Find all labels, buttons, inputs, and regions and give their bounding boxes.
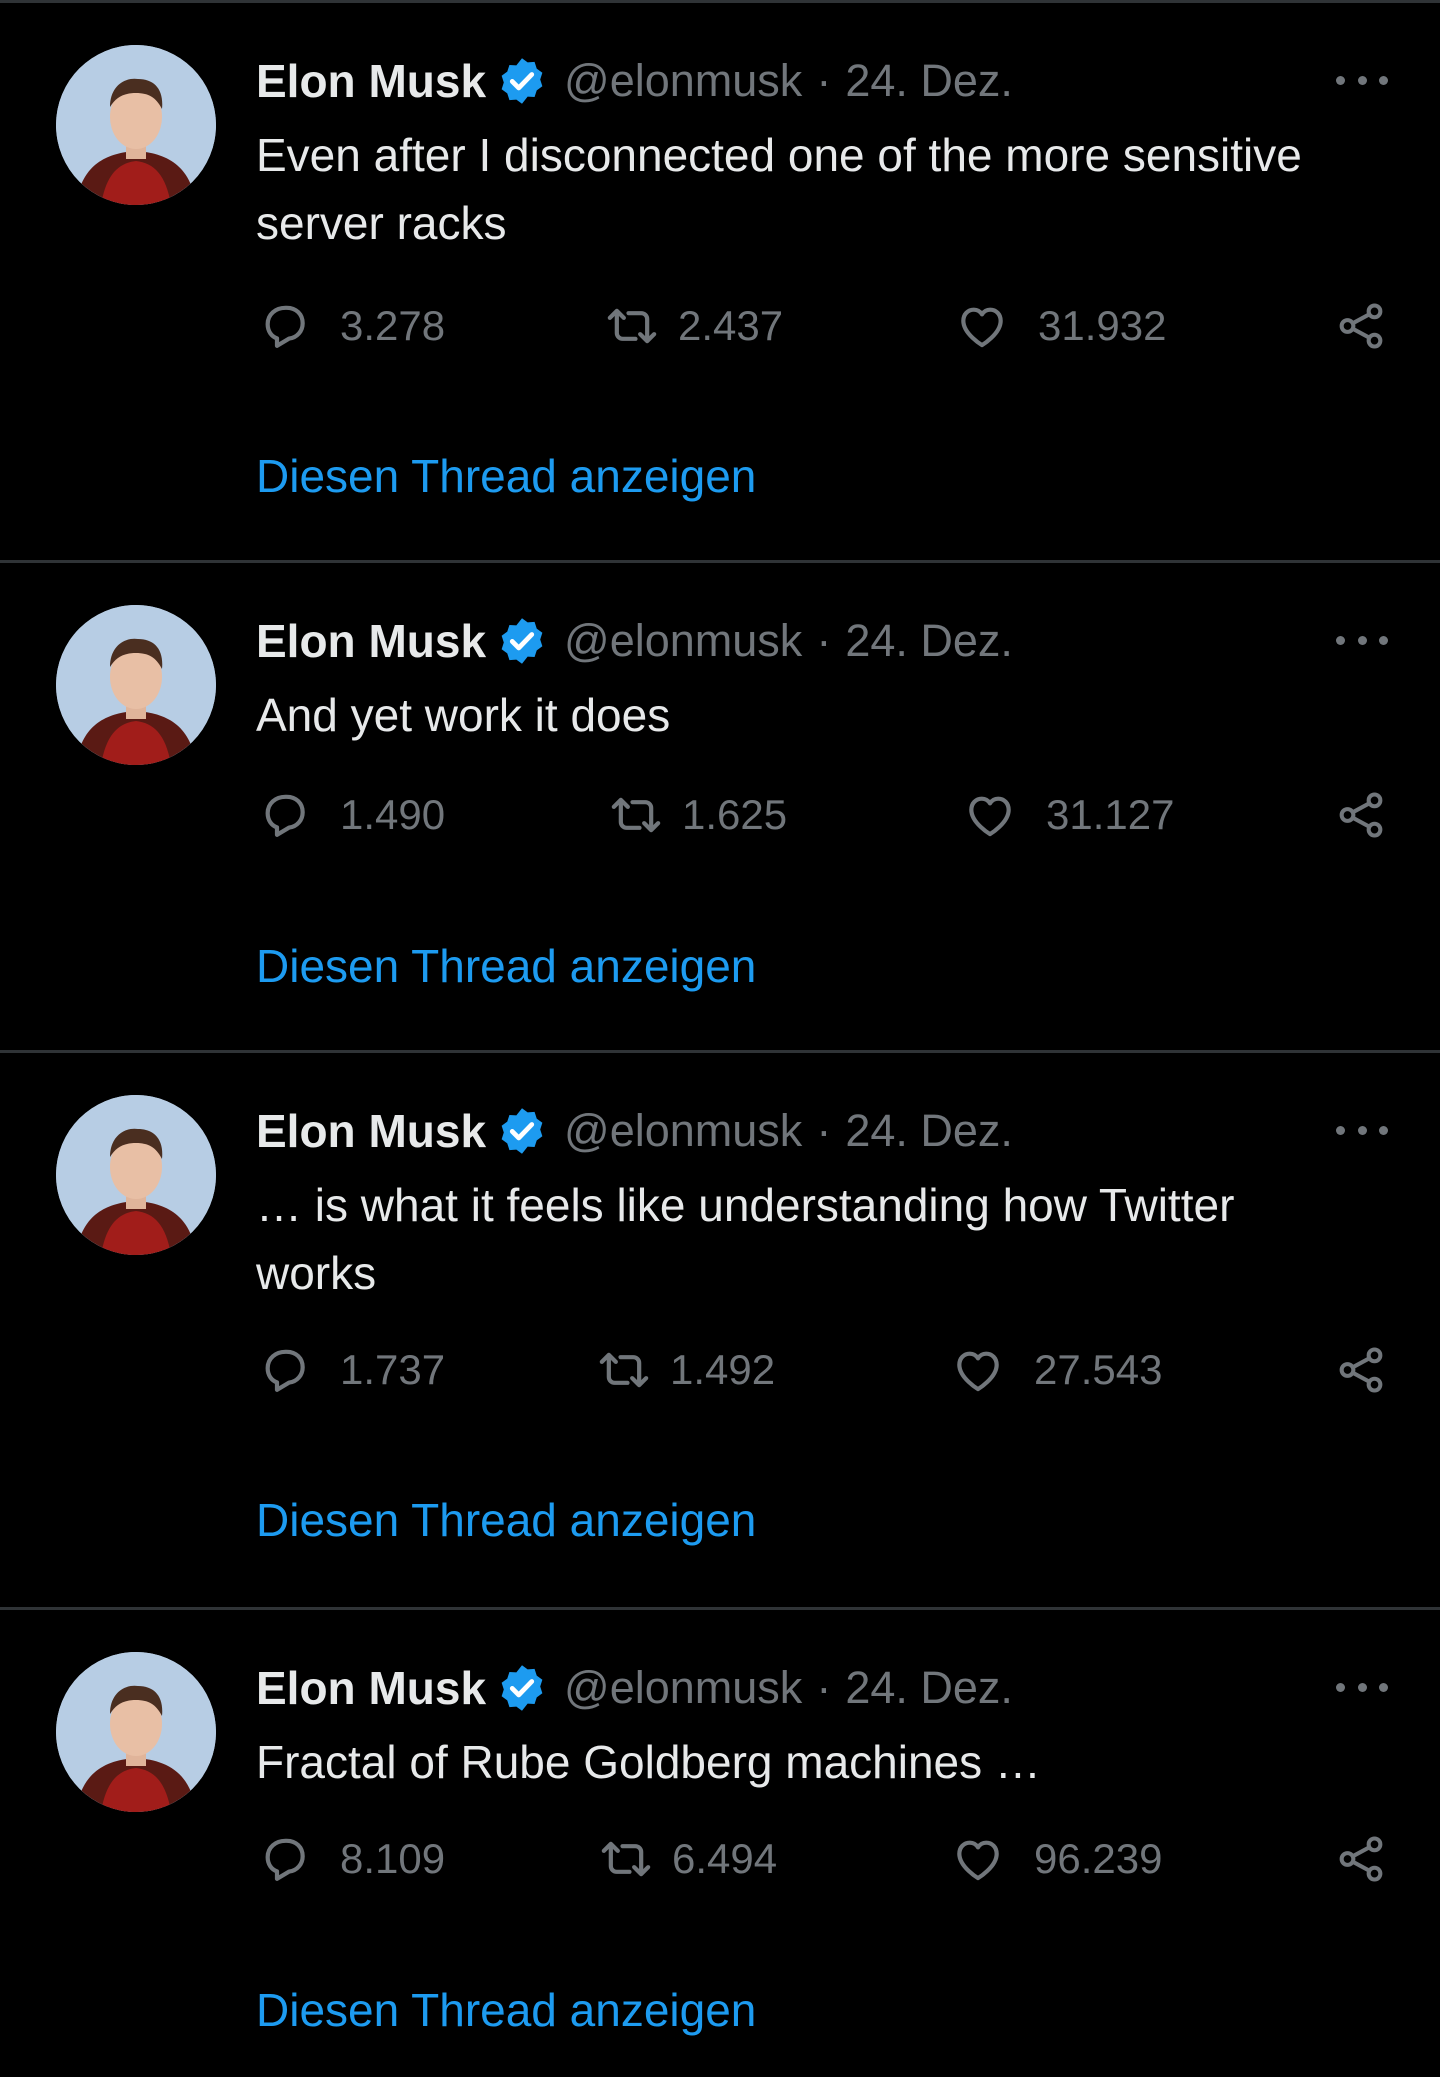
separator-dot: ·	[816, 1662, 832, 1713]
author-name[interactable]: Elon Musk	[256, 54, 486, 108]
heart-icon	[961, 307, 1003, 348]
like-button[interactable]: 27.543	[950, 1340, 1162, 1400]
show-thread-link[interactable]: Diesen Thread anzeigen	[256, 1983, 756, 2037]
tweet-date[interactable]: 24. Dez.	[845, 55, 1013, 107]
show-thread-link[interactable]: Diesen Thread anzeigen	[256, 1493, 756, 1547]
separator-dot: ·	[816, 55, 832, 106]
retweet-button[interactable]: 2.437	[602, 296, 783, 356]
reply-button[interactable]: 1.490	[256, 785, 445, 845]
tweet-text: Fractal of Rube Goldberg machines …	[256, 1736, 1041, 1788]
tweet-text: Even after I disconnected one of the mor…	[256, 129, 1302, 249]
reply-count: 1.490	[340, 791, 446, 838]
tweet-date[interactable]: 24. Dez.	[845, 1662, 1013, 1714]
separator-dot: ·	[816, 615, 832, 666]
retweet-icon	[601, 1841, 651, 1877]
retweet-count: 1.492	[670, 1346, 776, 1393]
reply-icon	[265, 305, 305, 348]
share-button[interactable]	[1334, 1829, 1388, 1889]
like-count: 31.127	[1046, 791, 1175, 838]
retweet-icon	[607, 308, 657, 344]
retweet-button[interactable]: 1.492	[594, 1340, 775, 1400]
avatar[interactable]	[56, 1652, 216, 1812]
separator-dot: ·	[816, 1105, 832, 1156]
like-button[interactable]: 96.239	[950, 1829, 1162, 1889]
tweet-actions: 3.278 2.437 31.932	[256, 296, 1388, 356]
reply-button[interactable]: 1.737	[256, 1340, 445, 1400]
heart-icon	[957, 1840, 999, 1881]
reply-count: 3.278	[340, 302, 446, 349]
avatar[interactable]	[56, 605, 216, 765]
tweet-actions: 1.490 1.625 31.127	[256, 785, 1388, 845]
tweet-card[interactable]: Elon Musk @elonmusk · 24. Dez. Fractal o…	[0, 1610, 1440, 2077]
retweet-icon	[599, 1352, 649, 1388]
like-button[interactable]: 31.127	[962, 785, 1174, 845]
share-button[interactable]	[1334, 296, 1388, 356]
tweet-card[interactable]: Elon Musk @elonmusk · 24. Dez. Even afte…	[0, 3, 1440, 563]
retweet-count: 2.437	[678, 302, 784, 349]
reply-icon	[265, 1349, 305, 1392]
reply-button[interactable]: 8.109	[256, 1829, 445, 1889]
author-handle[interactable]: @elonmusk	[564, 1105, 802, 1157]
like-count: 96.239	[1034, 1835, 1163, 1882]
retweet-count: 6.494	[672, 1835, 778, 1882]
show-thread-link[interactable]: Diesen Thread anzeigen	[256, 449, 756, 503]
tweet-actions: 8.109 6.494 96.239	[256, 1829, 1388, 1889]
reply-icon	[265, 1838, 305, 1881]
retweet-icon	[611, 797, 661, 833]
more-options-icon[interactable]	[1336, 1115, 1388, 1145]
like-count: 27.543	[1034, 1346, 1163, 1393]
reply-count: 8.109	[340, 1835, 446, 1882]
more-options-icon[interactable]	[1336, 1672, 1388, 1702]
tweet-header: Elon Musk @elonmusk · 24. Dez.	[256, 1105, 1013, 1157]
heart-icon	[957, 1351, 999, 1392]
reply-icon	[265, 794, 305, 837]
show-thread-link[interactable]: Diesen Thread anzeigen	[256, 939, 756, 993]
retweet-button[interactable]: 6.494	[596, 1829, 777, 1889]
tweet-header: Elon Musk @elonmusk · 24. Dez.	[256, 55, 1013, 107]
tweet-date[interactable]: 24. Dez.	[845, 615, 1013, 667]
share-icon	[1339, 1347, 1383, 1393]
share-button[interactable]	[1334, 1340, 1388, 1400]
more-options-icon[interactable]	[1336, 625, 1388, 655]
retweet-count: 1.625	[682, 791, 788, 838]
heart-icon	[969, 796, 1011, 837]
share-icon	[1339, 303, 1383, 349]
reply-button[interactable]: 3.278	[256, 296, 445, 356]
retweet-button[interactable]: 1.625	[606, 785, 787, 845]
verified-badge-icon	[496, 1662, 548, 1714]
reply-count: 1.737	[340, 1346, 446, 1393]
author-name[interactable]: Elon Musk	[256, 1661, 486, 1715]
tweet-text: … is what it feels like understanding ho…	[256, 1179, 1235, 1299]
author-handle[interactable]: @elonmusk	[564, 615, 802, 667]
share-icon	[1339, 792, 1383, 838]
tweet-actions: 1.737 1.492 27.543	[256, 1340, 1388, 1400]
like-count: 31.932	[1038, 302, 1167, 349]
like-button[interactable]: 31.932	[954, 296, 1166, 356]
share-icon	[1339, 1836, 1383, 1882]
tweet-text: And yet work it does	[256, 689, 671, 741]
tweet-header: Elon Musk @elonmusk · 24. Dez.	[256, 615, 1013, 667]
avatar[interactable]	[56, 1095, 216, 1255]
verified-badge-icon	[496, 55, 548, 107]
author-handle[interactable]: @elonmusk	[564, 1662, 802, 1714]
share-button[interactable]	[1334, 785, 1388, 845]
tweet-header: Elon Musk @elonmusk · 24. Dez.	[256, 1662, 1013, 1714]
author-name[interactable]: Elon Musk	[256, 1104, 486, 1158]
more-options-icon[interactable]	[1336, 65, 1388, 95]
author-handle[interactable]: @elonmusk	[564, 55, 802, 107]
verified-badge-icon	[496, 1105, 548, 1157]
verified-badge-icon	[496, 615, 548, 667]
tweet-card[interactable]: Elon Musk @elonmusk · 24. Dez. And yet w…	[0, 563, 1440, 1053]
author-name[interactable]: Elon Musk	[256, 614, 486, 668]
avatar[interactable]	[56, 45, 216, 205]
tweet-card[interactable]: Elon Musk @elonmusk · 24. Dez. … is what…	[0, 1053, 1440, 1610]
tweet-date[interactable]: 24. Dez.	[845, 1105, 1013, 1157]
